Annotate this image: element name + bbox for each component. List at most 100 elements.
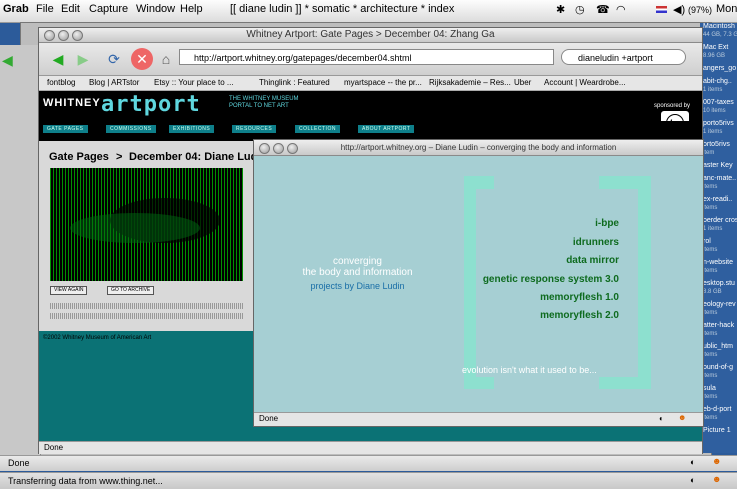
reload-icon[interactable]: ⟳ (103, 48, 125, 70)
flag-icon[interactable] (656, 6, 667, 13)
wifi-icon[interactable]: ◠ (616, 3, 626, 16)
status-icon: ◐ (690, 475, 696, 485)
desktop-item-meta: items (703, 394, 718, 400)
desktop-item-name: orto5rivs (703, 141, 730, 148)
menu-window[interactable]: Window (136, 3, 175, 15)
desktop-item-name: ound-of-g (703, 364, 733, 371)
desktop-item[interactable]: ublic_htm items (703, 343, 737, 359)
desktop-item[interactable]: Macintosh H 44 GB, 7.3 GB (703, 23, 737, 39)
finder-status-bar: Done ◐ ☻ (0, 455, 737, 471)
status-icon: ☻ (712, 456, 722, 466)
desktop-item[interactable]: abit-chg.. 1 items (703, 78, 737, 94)
browser-titlebar: Whitney Artport: Gate Pages > December 0… (39, 28, 702, 43)
go-to-archive-button[interactable]: GO TO ARCHIVE (107, 286, 155, 295)
back-arrow-icon[interactable]: ◀ (2, 52, 13, 69)
forward-button[interactable]: ▶ (72, 48, 94, 70)
menu-file[interactable]: File (36, 3, 54, 15)
phone-icon[interactable]: ☎ (596, 3, 610, 16)
artwork-image[interactable] (50, 168, 243, 281)
status-icon: ☻ (712, 474, 722, 484)
link-memoryflesh-2[interactable]: memoryflesh 2.0 (540, 310, 619, 321)
window-title: [[ diane ludin ]] * somatic * architectu… (230, 3, 455, 15)
lock-icon: ◐ (659, 414, 664, 423)
desktop-item[interactable]: porto5rivs 1 items (703, 120, 737, 136)
desktop-item-name: atter-hack (703, 322, 735, 329)
whitney-logo[interactable]: WHITNEY (43, 97, 101, 109)
desktop-item[interactable]: atter-hack items (703, 322, 737, 338)
link-data-mirror[interactable]: data mirror (566, 255, 619, 266)
desktop-item-name: aster Key (703, 162, 733, 169)
link-idrunners[interactable]: idrunners (573, 237, 619, 248)
desktop-item-meta: items (703, 310, 718, 316)
desktop-item[interactable]: 007-taxes 10 items (703, 99, 737, 115)
bookmark-item[interactable]: Uber (514, 78, 531, 87)
desktop-item-name: porto5rivs (703, 120, 734, 127)
desktop-item[interactable]: sula items (703, 385, 737, 401)
nav-gate-pages[interactable]: GATE PAGES (43, 125, 88, 133)
bookmark-item[interactable]: myartspace -- the pr... (344, 78, 422, 87)
link-memoryflesh-1[interactable]: memoryflesh 1.0 (540, 292, 619, 303)
desktop-item[interactable]: n-website items (703, 259, 737, 275)
browser-status-bar: Done (39, 441, 702, 454)
desktop-item-name: sula (703, 385, 716, 392)
nav-exhibitions[interactable]: EXHIBITIONS (169, 125, 215, 133)
bookmark-item[interactable]: Etsy :: Your place to ... (154, 78, 234, 87)
right-bracket-bottom (599, 377, 651, 389)
nav-commissions[interactable]: COMMISSIONS (106, 125, 156, 133)
desktop-item[interactable]: esktop.stu 8.8 GB (703, 280, 737, 296)
desktop-item[interactable]: Picture 1 (703, 427, 737, 435)
desktop-item[interactable]: eology-rev items (703, 301, 737, 317)
battery-status[interactable]: (97%) (688, 5, 712, 15)
menu-help[interactable]: Help (180, 3, 203, 15)
menu-app-grab[interactable]: Grab (3, 3, 29, 15)
clock-icon[interactable]: ◷ (575, 3, 585, 16)
projects-by-link[interactable]: projects by Diane Ludin (254, 281, 461, 291)
bookmark-item[interactable]: Account | Weardrobe... (544, 78, 626, 87)
popup-window-controls[interactable] (259, 143, 301, 159)
nav-about-artport[interactable]: ABOUT ARTPORT (358, 125, 415, 133)
link-i-bpe[interactable]: i-bpe (595, 218, 619, 229)
desktop-file-list: Macintosh H 44 GB, 7.3 GB Mac Ext 8.96 GB an… (700, 23, 737, 453)
desktop-item[interactable]: Mac Ext 8.96 GB (703, 44, 737, 60)
desktop-item[interactable]: orto5rivs item (703, 141, 737, 157)
desktop-item[interactable]: ound-of-g items (703, 364, 737, 380)
nav-resources[interactable]: RESOURCES (232, 125, 277, 133)
home-icon[interactable]: ⌂ (155, 48, 177, 70)
menu-edit[interactable]: Edit (61, 3, 80, 15)
stop-icon[interactable]: ✕ (131, 48, 153, 70)
desktop-item-meta: 8.96 GB (703, 53, 726, 59)
bookmark-item[interactable]: fontblog (47, 78, 75, 87)
search-input[interactable]: dianeludin +artport (561, 49, 686, 65)
whitney-nav: GATE PAGES COMMISSIONS EXHIBITIONS RESOU… (39, 121, 702, 141)
status-icon: ◐ (690, 457, 696, 467)
page-title: December 04: Diane Ludin (129, 151, 268, 163)
link-genetic-response[interactable]: genetic response system 3.0 (483, 274, 619, 285)
menu-capture[interactable]: Capture (89, 3, 128, 15)
finder-status-text: Done (8, 458, 30, 468)
desktop-item-meta: items (703, 268, 718, 274)
copyright-text: ©2002 Whitney Museum of American Art (43, 335, 152, 341)
url-input[interactable]: http://artport.whitney.org/gatepages/dec… (179, 49, 554, 65)
desktop-item-name: esktop.stu (703, 280, 735, 287)
back-button[interactable]: ◀ (47, 48, 69, 70)
bookmark-item[interactable]: Blog | ARTstor (89, 78, 139, 87)
clock-text[interactable]: Mon (716, 3, 737, 15)
desktop-item[interactable]: eb-d-port items (703, 406, 737, 422)
desktop-item[interactable]: angers_go (703, 65, 737, 73)
transfer-status-bar: Transferring data from www.thing.net... … (0, 472, 737, 489)
desktop-item-name: angers_go (703, 65, 737, 72)
artport-logo[interactable]: artport (101, 92, 201, 117)
desktop-item[interactable]: rol items (703, 238, 737, 254)
desktop-item-meta: 1 items (703, 226, 723, 232)
volume-icon[interactable]: ◀) (673, 3, 685, 16)
gate-pages-heading: Gate Pages (49, 151, 109, 163)
desktop-item[interactable]: anc-mate.. items (703, 175, 737, 191)
bookmark-item[interactable]: Thinglink : Featured (259, 78, 330, 87)
bluetooth-icon[interactable]: ✱ (556, 3, 565, 16)
desktop-item[interactable]: aster Key (703, 162, 737, 170)
nav-collection[interactable]: COLLECTION (295, 125, 340, 133)
bookmark-item[interactable]: Rijksakademie – Res... (429, 78, 511, 87)
desktop-item[interactable]: ex-readi.. items (703, 196, 737, 212)
desktop-item[interactable]: oerder cros 1 items (703, 217, 737, 233)
view-again-button[interactable]: VIEW AGAIN (50, 286, 88, 295)
